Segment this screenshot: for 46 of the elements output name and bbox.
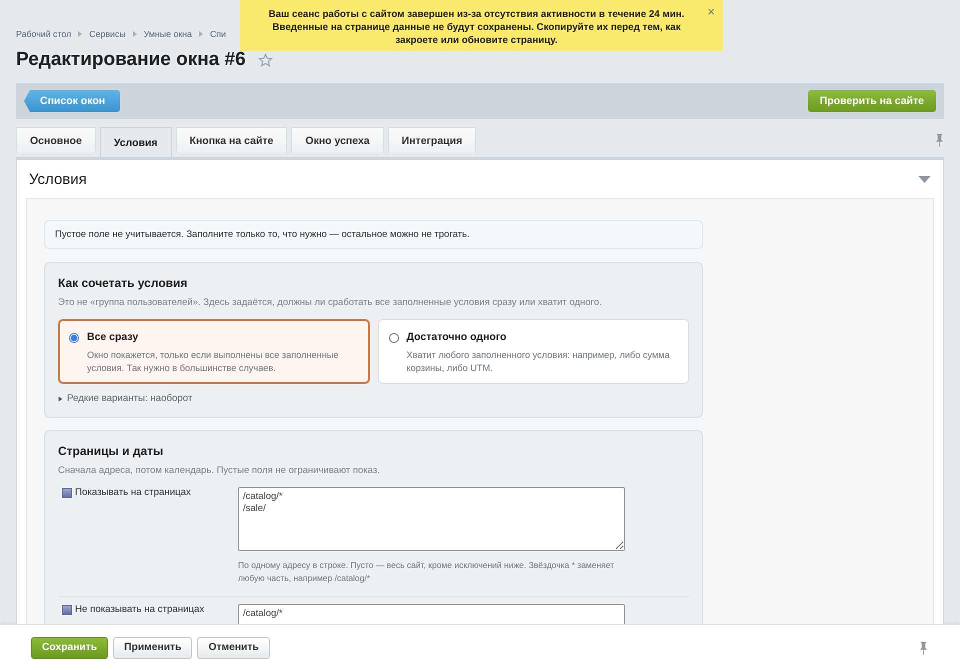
field-help: По одному адресу в строке. Пусто — весь сайт, кроме исключений ниже. Звёздочка * заменяет любую часть, например /catalog/* xyxy=(238,559,616,585)
option-card[interactable]: Достаточно одного Хватит любого заполненного условия: например, либо сумма корзины, либо UTM. xyxy=(378,319,689,384)
breadcrumb-separator-icon xyxy=(78,31,82,37)
form-button[interactable]: Отменить xyxy=(197,636,270,658)
option-card[interactable]: Все сразу Окно покажется, только если выполнены все заполненные условия. Так нужно в большинстве случаев. xyxy=(58,319,370,384)
radio-button[interactable] xyxy=(69,333,79,343)
group-title: Страницы и даты xyxy=(58,444,164,458)
option-label: Достаточно одного xyxy=(406,331,508,343)
pin-icon[interactable] xyxy=(919,640,928,654)
tab[interactable]: Интеграция xyxy=(388,127,476,153)
breadcrumb-separator-icon xyxy=(132,31,137,37)
option-description: Хватит любого заполненного условия: например, либо сумма корзины, либо UTM. xyxy=(406,349,671,375)
option-label: Все сразу xyxy=(87,331,140,343)
group-title: Как сочетать условия xyxy=(58,276,188,290)
help-icon[interactable] xyxy=(62,605,72,615)
breadcrumb-separator-icon xyxy=(198,31,203,37)
close-button[interactable]: × xyxy=(707,5,715,19)
warning-text: Введенные на странице данные не будут сохранены. Скопируйте их перед тем, как закроете или обновите страницу. xyxy=(271,21,682,47)
field-label: Не показывать на страницах xyxy=(75,604,204,615)
tab[interactable]: Условия xyxy=(100,127,172,157)
warning-text: Ваш сеанс работы с сайтом завершен из-за отсутствия активности в течение 24 мин. xyxy=(268,8,686,21)
input-field[interactable]: /catalog/* /sale/ xyxy=(238,487,625,551)
help-icon[interactable] xyxy=(62,488,72,498)
section-title: Условия xyxy=(29,170,87,188)
collapse-icon[interactable] xyxy=(918,176,931,182)
group-description: Сначала адреса, потом календарь. Пустые поля не ограничивают показ. xyxy=(58,465,381,476)
group-description: Это не «группа пользователей». Здесь задаётся, должны ли сработать все заполненные условия сразу или хватит одного. xyxy=(58,297,603,308)
breadcrumb-link[interactable]: Сервисы xyxy=(89,29,126,39)
option-description: Окно покажется, только если выполнены все заполненные условия. Так нужно в большинстве случаев. xyxy=(87,349,340,375)
field-label: Показывать на страницах xyxy=(75,487,191,498)
star-icon[interactable] xyxy=(258,52,273,68)
radio-button[interactable] xyxy=(388,333,398,343)
breadcrumb-link[interactable]: Умные окна xyxy=(144,29,192,39)
breadcrumb-link[interactable]: Спи xyxy=(210,29,226,39)
input-field[interactable]: /catalog/* xyxy=(238,604,625,624)
page-title: Редактирование окна #6 xyxy=(16,49,246,71)
caret-icon xyxy=(58,396,63,402)
breadcrumb-link[interactable]: Рабочий стол xyxy=(16,29,72,39)
toggle-label[interactable]: Редкие варианты: наоборот xyxy=(67,393,192,404)
hint-text: Пустое поле не учитывается. Заполните только то, что нужно — остальное можно не трогать. xyxy=(44,220,703,249)
tab[interactable]: Основное xyxy=(16,127,96,153)
tab[interactable]: Кнопка на сайте xyxy=(176,127,288,153)
tab[interactable]: Окно успеха xyxy=(291,127,384,153)
form-button[interactable]: Применить xyxy=(113,636,192,658)
pin-icon[interactable] xyxy=(935,133,944,147)
rare-options-toggle[interactable]: Редкие варианты: наоборот xyxy=(58,393,689,404)
